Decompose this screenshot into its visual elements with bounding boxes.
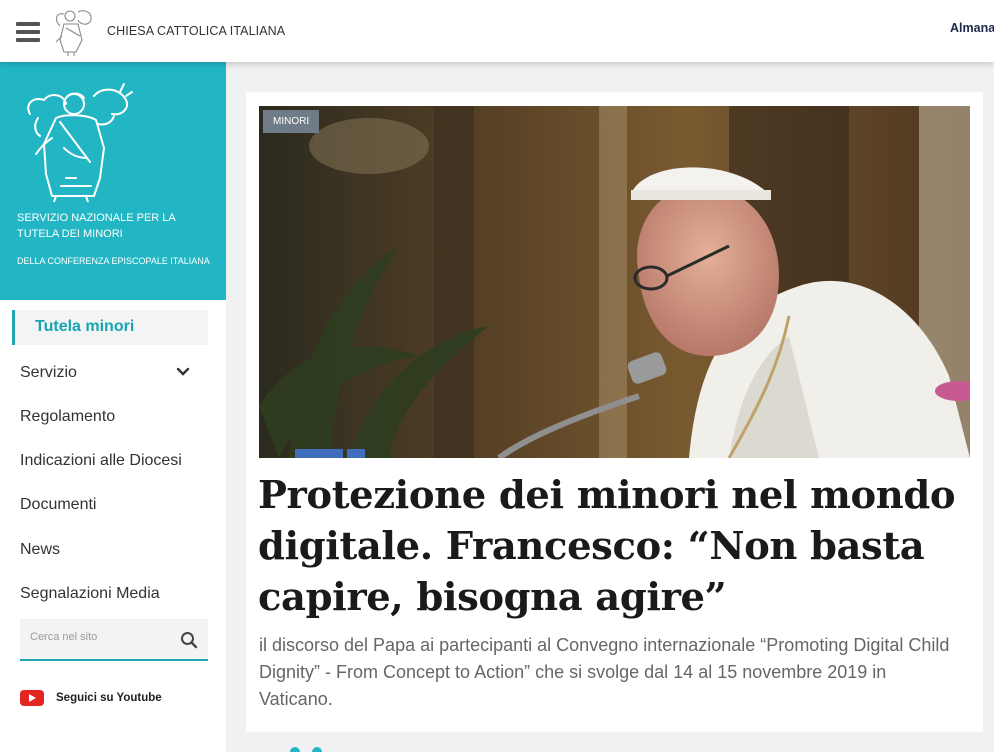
nav-item-label: Tutela minori [35,318,135,335]
search-box [20,619,208,661]
youtube-label: Seguici su Youtube [56,692,162,704]
article-title[interactable]: Protezione dei minori nel mondo digitale… [258,470,968,623]
nav-item-news[interactable]: News [20,541,60,559]
chevron-down-icon[interactable] [176,365,190,379]
category-tag[interactable]: MINORI [263,110,320,133]
menu-icon[interactable] [16,22,40,42]
brand-subtitle: DELLA CONFERENZA EPISCOPALE ITALIANA [17,256,210,266]
article-hero-image[interactable] [259,106,970,458]
nav-item-indicazioni[interactable]: Indicazioni alle Diocesi [20,452,182,470]
site-name[interactable]: CHIESA CATTOLICA ITALIANA [107,24,285,38]
top-bar: CHIESA CATTOLICA ITALIANA Almanacco [0,0,994,62]
nav-item-segnalazioni-media[interactable]: Segnalazioni Media [20,585,160,603]
brand-title: SERVIZIO NAZIONALE PER LA TUTELA DEI MIN… [17,212,176,240]
nav-item-documenti[interactable]: Documenti [20,496,96,514]
sidebar: SERVIZIO NAZIONALE PER LA TUTELA DEI MIN… [0,62,226,752]
youtube-link[interactable]: Seguici su Youtube [20,688,210,710]
youtube-icon [20,690,44,706]
search-icon[interactable] [180,631,198,649]
nav-item-regolamento[interactable]: Regolamento [20,408,115,426]
search-input[interactable] [30,631,170,643]
shepherd-logo[interactable] [16,78,134,202]
nav-item-servizio[interactable]: Servizio [20,364,77,382]
article-summary: il discorso del Papa ai partecipanti al … [259,635,950,709]
nav-item-tutela-minori[interactable]: Tutela minori [12,310,208,345]
brand-block: SERVIZIO NAZIONALE PER LA TUTELA DEI MIN… [0,62,226,300]
next-item-icon [290,747,322,752]
almanacco-link[interactable]: Almanacco [950,21,994,35]
cei-logo[interactable] [50,6,98,56]
